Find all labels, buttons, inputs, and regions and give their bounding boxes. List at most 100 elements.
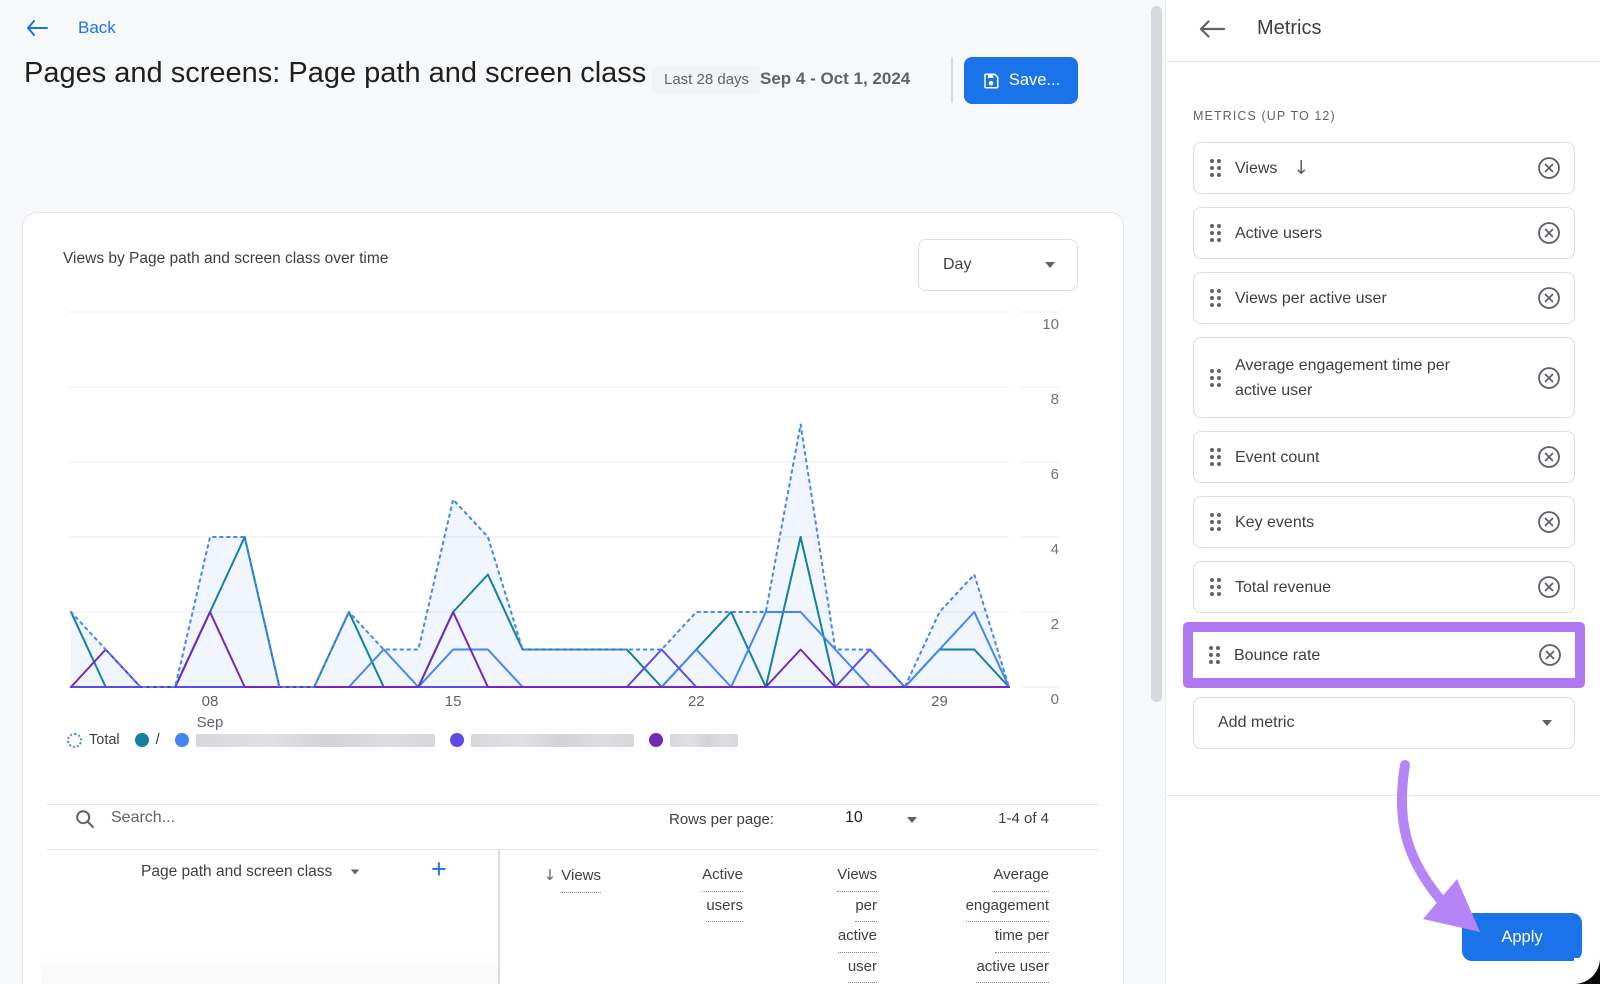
panel-title: Metrics — [1257, 17, 1321, 40]
column-header-word: user — [848, 953, 877, 984]
drag-handle-icon[interactable] — [1210, 159, 1221, 177]
redacted-legend-label — [196, 734, 435, 747]
apply-button[interactable]: Apply — [1462, 913, 1582, 961]
legend-item-series-1: / — [135, 732, 160, 748]
legend-label: / — [156, 732, 160, 748]
pagination-status: 1-4 of 4 — [963, 810, 1049, 827]
column-header-word: Views — [561, 862, 601, 893]
total-dashed-ring-swatch — [67, 733, 82, 748]
table-row-shade — [41, 953, 497, 984]
divider — [47, 804, 1099, 805]
save-label: Save... — [1009, 71, 1060, 90]
remove-metric-icon[interactable] — [1536, 365, 1562, 391]
divider — [1166, 61, 1600, 62]
drag-handle-icon[interactable] — [1210, 224, 1221, 242]
chevron-down-icon[interactable] — [907, 817, 917, 823]
remove-metric-icon[interactable] — [1537, 642, 1563, 668]
metric-label: Total revenue — [1235, 575, 1331, 600]
chevron-down-icon — [351, 869, 360, 874]
granularity-value: Day — [943, 256, 971, 274]
apply-label: Apply — [1501, 928, 1542, 947]
chart-legend: Total / — [67, 732, 738, 748]
redacted-legend-label — [670, 734, 738, 747]
metric-label: Bounce rate — [1234, 643, 1320, 668]
series-dot-swatch — [175, 733, 189, 747]
y-axis-tick-label: 10 — [1015, 316, 1059, 333]
granularity-select[interactable]: Day — [918, 239, 1078, 291]
column-header-views-per-active-user[interactable]: Viewsperactiveuser — [837, 861, 877, 983]
x-axis-tick-label: 29 — [931, 691, 948, 712]
scrollbar-thumb[interactable] — [1151, 6, 1162, 702]
dimension-header-dropdown[interactable]: Page path and screen class — [141, 863, 360, 881]
drag-handle-icon[interactable] — [1210, 578, 1221, 596]
metric-label: Views per active user — [1235, 286, 1387, 311]
back-label: Back — [78, 18, 116, 38]
column-header-active-users[interactable]: Activeusers — [702, 861, 743, 922]
remove-metric-icon[interactable] — [1536, 220, 1562, 246]
metric-card-views[interactable]: Views↓ — [1193, 142, 1575, 194]
save-icon — [982, 72, 1000, 90]
metric-label: Average engagement time per active user — [1235, 353, 1490, 403]
metric-label: Key events — [1235, 510, 1314, 535]
header-divider — [951, 57, 953, 103]
metrics-panel: Metrics METRICS (UP TO 12) Views↓Active … — [1165, 0, 1600, 984]
chevron-down-icon — [1045, 262, 1055, 268]
search-input[interactable]: Search... — [111, 809, 175, 827]
series-dot-swatch — [450, 733, 464, 747]
drag-handle-icon[interactable] — [1209, 646, 1220, 664]
rows-per-page-label: Rows per page: — [669, 811, 774, 828]
column-header-word: users — [706, 892, 743, 923]
metric-card-key-events[interactable]: Key events — [1193, 496, 1575, 548]
column-header-average-engagement-time-per-active-user[interactable]: Averageengagementtime peractive user — [966, 861, 1049, 983]
panel-back-arrow-icon[interactable] — [1199, 20, 1225, 38]
metric-card-average-engagement-time-per-active-user[interactable]: Average engagement time per active user — [1193, 337, 1575, 418]
page-title: Pages and screens: Page path and screen … — [24, 57, 646, 90]
back-link[interactable]: Back — [26, 18, 116, 38]
divider — [1166, 795, 1600, 796]
remove-metric-icon[interactable] — [1536, 509, 1562, 535]
drag-handle-icon[interactable] — [1210, 513, 1221, 531]
drag-handle-icon[interactable] — [1210, 289, 1221, 307]
column-header-word: active — [838, 922, 877, 953]
series-dot-swatch — [135, 733, 149, 747]
chart-svg — [69, 301, 1079, 693]
legend-item-total: Total — [67, 732, 120, 748]
add-dimension-button[interactable]: + — [431, 854, 447, 885]
legend-label: Total — [89, 732, 120, 748]
search-icon[interactable] — [75, 809, 95, 829]
date-preset-chip: Last 28 days — [652, 66, 761, 94]
drag-handle-icon[interactable] — [1210, 448, 1221, 466]
chart-title: Views by Page path and screen class over… — [63, 250, 388, 268]
remove-metric-icon[interactable] — [1536, 574, 1562, 600]
save-button[interactable]: Save... — [964, 57, 1078, 104]
back-arrow-icon — [26, 20, 48, 36]
remove-metric-icon[interactable] — [1536, 155, 1562, 181]
remove-metric-icon[interactable] — [1536, 285, 1562, 311]
legend-item-series-2 — [175, 733, 435, 747]
redacted-legend-label — [471, 734, 634, 747]
column-header-word: Views — [837, 861, 877, 892]
legend-item-series-3 — [450, 733, 634, 747]
ga4-report-screen: Back Pages and screens: Page path and sc… — [0, 0, 1600, 984]
y-axis-tick-label: 0 — [1015, 691, 1059, 708]
metric-card-event-count[interactable]: Event count — [1193, 431, 1575, 483]
column-header-word: active user — [976, 953, 1049, 984]
metric-card-views-per-active-user[interactable]: Views per active user — [1193, 272, 1575, 324]
metric-card-bounce-rate[interactable]: Bounce rate — [1193, 632, 1575, 678]
metric-card-total-revenue[interactable]: Total revenue — [1193, 561, 1575, 613]
add-metric-dropdown[interactable]: Add metric — [1193, 697, 1575, 749]
column-header-word: per — [855, 892, 877, 923]
column-header-views[interactable]: ↓Views — [544, 861, 601, 893]
metric-label: Views — [1235, 156, 1277, 181]
timeseries-plot: 024681008 Sep152229 — [69, 301, 1079, 693]
date-range[interactable]: Sep 4 - Oct 1, 2024 — [760, 69, 910, 89]
column-header-word: engagement — [966, 892, 1049, 923]
sort-descending-icon: ↓ — [544, 866, 557, 884]
drag-handle-icon[interactable] — [1210, 369, 1221, 387]
remove-metric-icon[interactable] — [1536, 444, 1562, 470]
rows-per-page-select[interactable]: 10 — [845, 809, 863, 827]
series-dot-swatch — [649, 733, 663, 747]
dimension-header-label: Page path and screen class — [141, 863, 332, 881]
metrics-list: Views↓ Active users Views per active user A… — [1193, 142, 1575, 749]
metric-card-active-users[interactable]: Active users — [1193, 207, 1575, 259]
